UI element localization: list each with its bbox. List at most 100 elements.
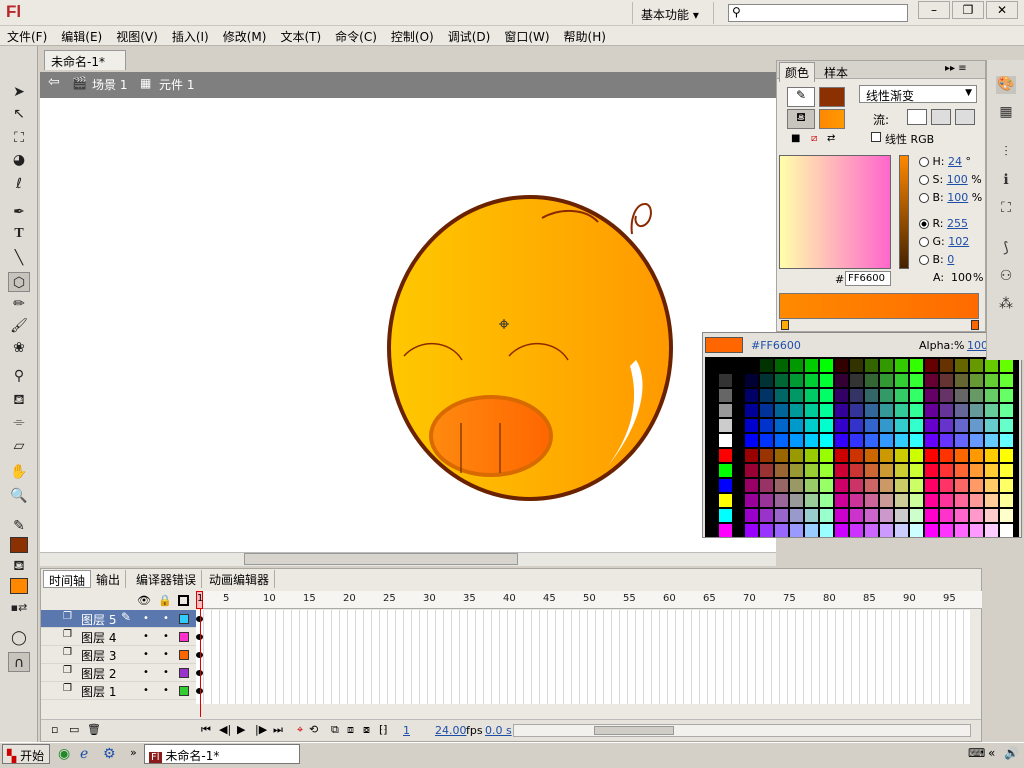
- swatch-cell[interactable]: [970, 359, 983, 372]
- menu-commands[interactable]: 命令(C): [328, 26, 384, 47]
- swatch-cell[interactable]: [865, 509, 878, 522]
- swatch-cell[interactable]: [719, 479, 732, 492]
- volume-icon[interactable]: 🔊: [1004, 746, 1019, 760]
- stroke-color-swatch[interactable]: [10, 537, 28, 553]
- swatch-cell[interactable]: [745, 374, 758, 387]
- swatch-cell[interactable]: [775, 464, 788, 477]
- swatch-alpha-value[interactable]: 100: [967, 339, 988, 352]
- step-back-icon[interactable]: ◀|: [219, 723, 231, 736]
- swatch-cell[interactable]: [719, 389, 732, 402]
- tab-compiler-errors[interactable]: 编译器错误: [131, 570, 203, 588]
- swatch-cell[interactable]: [820, 359, 833, 372]
- swatch-cell[interactable]: [1000, 419, 1013, 432]
- swatch-cell[interactable]: [940, 419, 953, 432]
- brush-tool-icon[interactable]: 🖌: [8, 316, 30, 336]
- tab-motion-editor[interactable]: 动画编辑器: [204, 570, 276, 588]
- lock-dot-icon[interactable]: •: [163, 667, 169, 678]
- swatch-cell[interactable]: [970, 524, 983, 537]
- swatch-cell[interactable]: [745, 419, 758, 432]
- color-picker-field[interactable]: [779, 155, 891, 269]
- info-panel-icon[interactable]: ℹ: [996, 172, 1016, 190]
- stage-scrollbar-thumb[interactable]: [244, 553, 518, 565]
- align-panel-icon[interactable]: ⫶: [996, 144, 1016, 162]
- swatch-cell[interactable]: [719, 524, 732, 537]
- swatch-cell[interactable]: [835, 449, 848, 462]
- swatch-cell[interactable]: [940, 359, 953, 372]
- swatch-cell[interactable]: [970, 464, 983, 477]
- layer-name[interactable]: 图层 2: [81, 665, 116, 682]
- swatch-cell[interactable]: [925, 479, 938, 492]
- swatch-cell[interactable]: [850, 374, 863, 387]
- snap-magnet-icon[interactable]: ∩: [8, 652, 30, 672]
- swatch-cell[interactable]: [955, 509, 968, 522]
- swatch-cell[interactable]: [940, 449, 953, 462]
- swatch-cell[interactable]: [835, 524, 848, 537]
- onion-outline-icon[interactable]: ⧈: [347, 723, 354, 737]
- swatch-cell[interactable]: [970, 374, 983, 387]
- swatch-cell[interactable]: [805, 464, 818, 477]
- swatch-cell[interactable]: [985, 464, 998, 477]
- motion-presets-icon[interactable]: ⁂: [996, 296, 1016, 314]
- swatch-cell[interactable]: [805, 434, 818, 447]
- swatch-cell[interactable]: [775, 434, 788, 447]
- tab-swatches[interactable]: 样本: [819, 63, 853, 82]
- gradient-stop-right[interactable]: [971, 320, 979, 330]
- swatch-cell[interactable]: [835, 374, 848, 387]
- swatch-cell[interactable]: [760, 419, 773, 432]
- swatch-cell[interactable]: [775, 374, 788, 387]
- swatch-cell[interactable]: [850, 464, 863, 477]
- swatch-cell[interactable]: [719, 464, 732, 477]
- swatch-cell[interactable]: [955, 434, 968, 447]
- timeline-scrollbar[interactable]: [513, 724, 971, 737]
- swatch-cell[interactable]: [805, 524, 818, 537]
- swatch-cell[interactable]: [850, 449, 863, 462]
- swatch-cell[interactable]: [955, 479, 968, 492]
- swatch-cell[interactable]: [805, 404, 818, 417]
- layer-row[interactable]: ❐ 图层 3 • •: [41, 646, 196, 664]
- swatch-cell[interactable]: [745, 359, 758, 372]
- fps-value[interactable]: 24.00: [435, 724, 467, 737]
- bone-tool-icon[interactable]: ⚲: [8, 366, 30, 386]
- swatch-cell[interactable]: [925, 359, 938, 372]
- swatch-cell[interactable]: [880, 434, 893, 447]
- stroke-color-well[interactable]: [819, 87, 845, 107]
- tab-timeline[interactable]: 时间轴: [43, 570, 92, 588]
- panel-menu-icon[interactable]: ▸▸ ≡: [945, 63, 967, 74]
- tab-output[interactable]: 输出: [91, 570, 127, 588]
- swatch-cell[interactable]: [805, 494, 818, 507]
- swatch-cell[interactable]: [880, 509, 893, 522]
- lock-dot-icon[interactable]: •: [163, 631, 169, 642]
- swatch-cell[interactable]: [1000, 389, 1013, 402]
- swatch-cell[interactable]: [835, 434, 848, 447]
- swatch-cell[interactable]: [910, 389, 923, 402]
- swatch-cell[interactable]: [895, 464, 908, 477]
- swatch-cell[interactable]: [745, 464, 758, 477]
- swatch-cell[interactable]: [925, 524, 938, 537]
- swatch-cell[interactable]: [805, 419, 818, 432]
- swatch-cell[interactable]: [719, 404, 732, 417]
- swatch-cell[interactable]: [910, 374, 923, 387]
- menu-edit[interactable]: 编辑(E): [54, 26, 109, 47]
- brightness-slider[interactable]: [899, 155, 909, 269]
- hex-input[interactable]: FF6600: [845, 271, 891, 286]
- deco-tool-icon[interactable]: ❀: [8, 338, 30, 358]
- layer-row[interactable]: ❐ 图层 5 ✎ • •: [41, 610, 196, 628]
- minimize-button[interactable]: –: [918, 1, 950, 19]
- browser-icon[interactable]: ◉: [58, 746, 70, 762]
- stage[interactable]: [40, 98, 776, 552]
- fill-color-well[interactable]: [819, 109, 845, 129]
- selection-tool-icon[interactable]: ➤: [8, 82, 30, 102]
- swatch-cell[interactable]: [745, 524, 758, 537]
- line-tool-icon[interactable]: ╲: [8, 248, 30, 268]
- swatch-cell[interactable]: [850, 389, 863, 402]
- swatch-cell[interactable]: [955, 404, 968, 417]
- workspace-switcher[interactable]: 基本功能 ▾: [632, 2, 714, 24]
- swatch-cell[interactable]: [850, 509, 863, 522]
- blue-value[interactable]: 0: [947, 253, 954, 266]
- layer-name[interactable]: 图层 3: [81, 647, 116, 664]
- ie-icon[interactable]: ℯ: [80, 746, 88, 762]
- frame-ruler[interactable]: 5 10 15 20 25 30 35 40 45 50 55 60 65 70 75 80 85 90 95: [196, 591, 982, 609]
- swatch-cell[interactable]: [719, 494, 732, 507]
- swatch-cell[interactable]: [719, 374, 732, 387]
- swatch-cell[interactable]: [850, 434, 863, 447]
